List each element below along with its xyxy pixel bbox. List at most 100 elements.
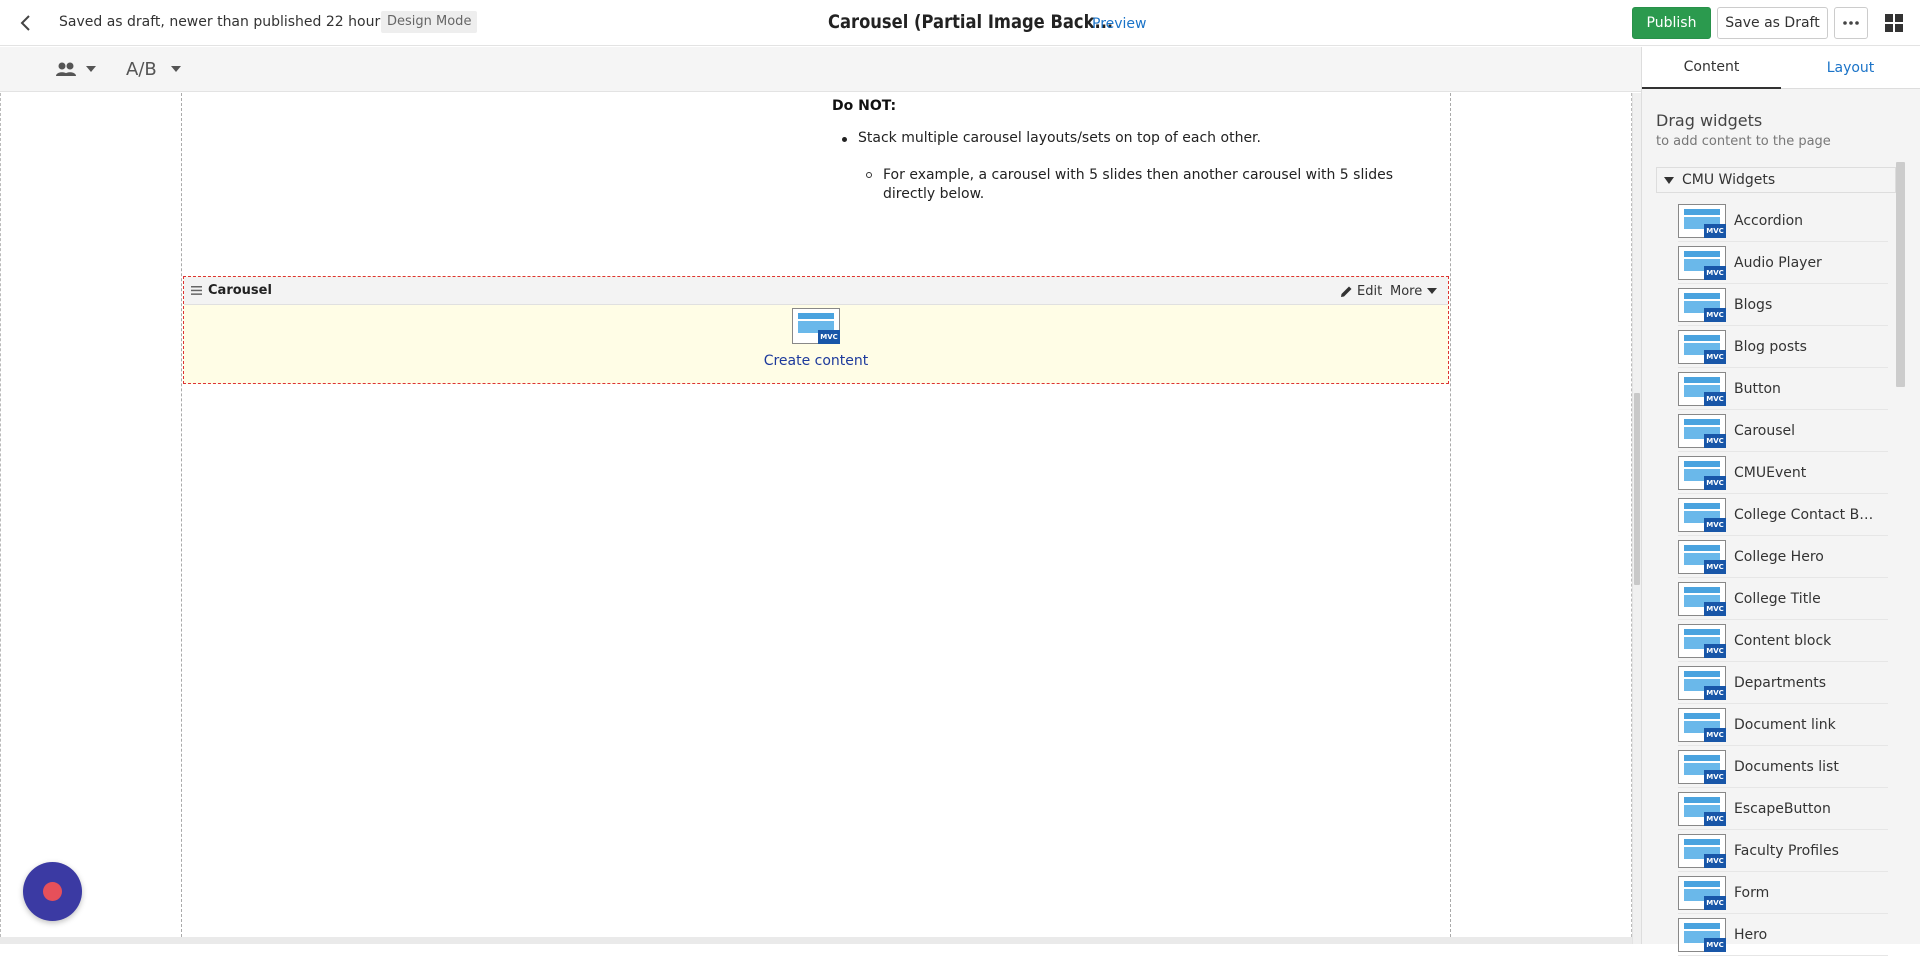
apps-grid-button[interactable] [1880,10,1908,36]
widget-list-label: Faculty Profiles [1734,842,1839,859]
mvc-badge: MVC [1704,517,1726,532]
mvc-widget-icon: MVC [1678,749,1726,784]
create-content-link[interactable]: Create content [184,353,1448,369]
chevron-down-icon [170,66,181,72]
splitter-grip[interactable] [1634,393,1640,585]
horizontal-scrollbar[interactable] [0,937,1632,944]
mvc-widget-icon: MVC [1678,245,1726,280]
mvc-widget-icon: MVC [1678,371,1726,406]
widget-list-item[interactable]: MVC Blogs [1678,284,1888,326]
tab-layout[interactable]: Layout [1781,47,1920,89]
widget-list-label: Content block [1734,632,1832,649]
widgets-panel: Content Layout Drag widgets to add conte… [1641,47,1920,956]
mvc-widget-icon: MVC [1678,329,1726,364]
content-column [181,93,1451,937]
drag-handle-icon[interactable] [191,286,202,295]
widget-list-item[interactable]: MVC Button [1678,368,1888,410]
record-dot-icon [43,882,62,901]
users-icon [56,62,76,76]
mvc-badge: MVC [1704,769,1726,784]
widget-list-item[interactable]: MVC Form [1678,872,1888,914]
widget-more-button[interactable]: More [1390,281,1438,301]
top-bar: Saved as draft, newer than published 22 … [0,0,1920,46]
widget-list-label: Document link [1734,716,1836,733]
widget-list-item[interactable]: MVC Accordion [1678,200,1888,242]
mvc-widget-icon: MVC [1678,203,1726,238]
chevron-left-icon [20,15,30,31]
widget-list: MVC Accordion MVC Audio Player MVC Blogs MVC Bl… [1678,200,1888,956]
mvc-widget-icon: MVC [1678,539,1726,574]
mvc-widget-icon: MVC [1678,791,1726,826]
widget-list-item[interactable]: MVC College Hero [1678,536,1888,578]
widget-list-label: Documents list [1734,758,1839,775]
page-title: Carousel (Partial Image Back... [828,11,1114,33]
widget-list-label: Accordion [1734,212,1804,229]
preview-link[interactable]: Preview [1092,16,1147,32]
widget-list-item[interactable]: MVC Document link [1678,704,1888,746]
mvc-widget-icon: MVC [792,308,840,344]
carousel-widget-placeholder[interactable]: Carousel Edit More MVC Create content [183,276,1449,384]
widget-list-label: Button [1734,380,1781,397]
chevron-down-icon [86,66,96,72]
panel-title: Drag widgets [1656,111,1763,130]
widget-list-item[interactable]: MVC EscapeButton [1678,788,1888,830]
mvc-badge: MVC [1704,895,1726,910]
mvc-badge: MVC [1704,433,1726,448]
widget-list-label: Audio Player [1734,254,1822,271]
back-button[interactable] [12,8,40,38]
widget-group-label: CMU Widgets [1682,172,1776,188]
widget-list-item[interactable]: MVC Audio Player [1678,242,1888,284]
widget-group-header[interactable]: CMU Widgets [1656,167,1896,193]
mvc-widget-icon: MVC [1678,665,1726,700]
widget-list-item[interactable]: MVC Carousel [1678,410,1888,452]
widget-list-label: College Hero [1734,548,1824,565]
mvc-badge: MVC [1704,475,1726,490]
panel-splitter[interactable] [1632,93,1641,944]
mvc-badge: MVC [1704,307,1726,322]
widget-list-item[interactable]: MVC Documents list [1678,746,1888,788]
canvas-border [0,93,1,937]
widget-list-label: Form [1734,884,1770,901]
more-actions-button[interactable] [1834,7,1868,39]
mvc-widget-icon: MVC [1678,497,1726,532]
mvc-badge: MVC [1704,559,1726,574]
grid-icon [1885,14,1903,32]
editor-toolbar: A/B [0,47,1641,92]
tab-content[interactable]: Content [1642,47,1781,89]
widget-list-item[interactable]: MVC College Title [1678,578,1888,620]
panel-scrollbar[interactable] [1896,162,1905,387]
mvc-widget-icon: MVC [1678,413,1726,448]
ab-test-dropdown[interactable]: A/B [126,56,181,82]
widget-list-item[interactable]: MVC College Contact Bann... [1678,494,1888,536]
widget-list-item[interactable]: MVC Blog posts [1678,326,1888,368]
mvc-widget-icon: MVC [1678,623,1726,658]
widget-edit-label: Edit [1357,283,1383,299]
widget-edit-button[interactable]: Edit [1340,281,1382,301]
widget-list-item[interactable]: MVC Faculty Profiles [1678,830,1888,872]
mvc-widget-icon: MVC [1678,455,1726,490]
mvc-badge: MVC [1704,937,1726,952]
save-as-draft-button[interactable]: Save as Draft [1717,7,1828,39]
mvc-badge: MVC [1704,223,1726,238]
mvc-badge: MVC [1704,811,1726,826]
widget-list-item[interactable]: MVC Departments [1678,662,1888,704]
widget-header: Carousel Edit More [184,277,1448,305]
do-not-heading: Do NOT: [832,98,897,114]
rule-list-item: Stack multiple carousel layouts/sets on … [858,130,1261,146]
assistant-launcher-button[interactable] [23,862,82,921]
widget-more-label: More [1390,283,1423,299]
panel-subtitle: to add content to the page [1656,134,1831,149]
pencil-icon [1341,286,1352,297]
publish-button[interactable]: Publish [1632,7,1711,39]
sub-list-item: For example, a carousel with 5 slides th… [883,167,1394,202]
widget-list-item[interactable]: MVC Content block [1678,620,1888,662]
widget-list-item[interactable]: MVC Hero [1678,914,1888,956]
widget-list-label: CMUEvent [1734,464,1807,481]
mvc-badge: MVC [1704,391,1726,406]
mvc-badge: MVC [1704,643,1726,658]
mvc-badge: MVC [818,330,840,344]
widget-list-item[interactable]: MVC CMUEvent [1678,452,1888,494]
personalization-dropdown[interactable] [56,57,96,81]
mvc-badge: MVC [1704,853,1726,868]
mvc-badge: MVC [1704,685,1726,700]
